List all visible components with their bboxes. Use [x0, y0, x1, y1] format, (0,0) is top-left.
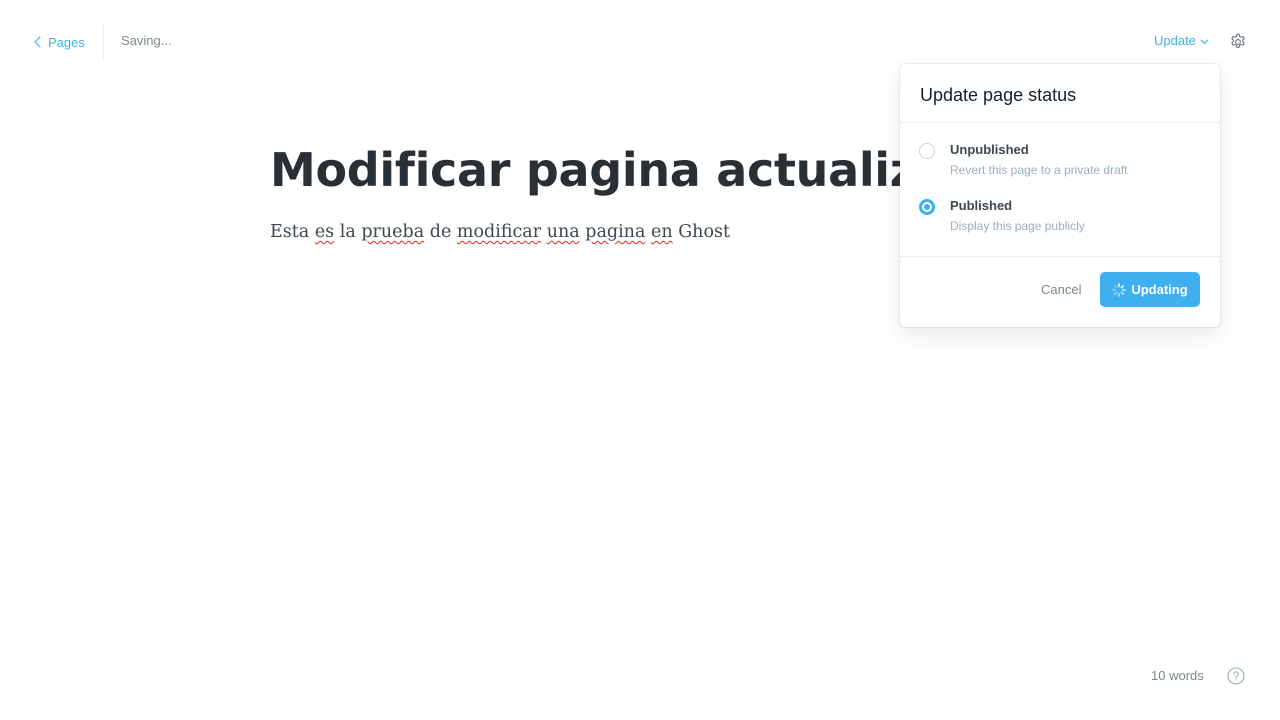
gear-icon: [1231, 33, 1245, 48]
settings-button[interactable]: [1227, 31, 1249, 53]
page-body[interactable]: Esta es la prueba de modificar una pagin…: [270, 219, 730, 245]
status-option-unpublished[interactable]: Unpublished Revert this page to a privat…: [919, 142, 1199, 182]
status-option-published[interactable]: Published Display this page publicly: [919, 198, 1199, 238]
save-status: Saving...: [121, 33, 172, 48]
update-trigger-label: Update: [1154, 33, 1196, 48]
header-divider: [103, 24, 104, 60]
option-label: Unpublished: [950, 142, 1029, 157]
body-word-misspelled: en: [650, 222, 673, 242]
body-word: Ghost: [678, 222, 730, 242]
chevron-left-icon: [34, 36, 41, 48]
cancel-button[interactable]: Cancel: [1041, 282, 1081, 297]
radio-published[interactable]: [919, 199, 935, 215]
back-link-label: Pages: [48, 34, 85, 50]
body-word-misspelled: es: [314, 222, 335, 242]
body-word-misspelled: pagina: [585, 222, 646, 242]
updating-button-label: Updating: [1131, 282, 1188, 297]
radio-unpublished[interactable]: [919, 143, 935, 159]
body-word: la: [339, 222, 356, 242]
body-word: Esta: [270, 222, 310, 242]
body-word-misspelled: modificar: [456, 222, 542, 242]
chevron-down-icon: [1200, 38, 1209, 44]
body-word-misspelled: una: [546, 222, 580, 242]
popover-divider: [900, 256, 1220, 257]
body-word: de: [429, 222, 452, 242]
popover-title: Update page status: [920, 85, 1077, 105]
word-count: 10 words: [1151, 668, 1204, 683]
option-label: Published: [950, 198, 1013, 213]
update-status-popover: Update page status Unpublished Revert th…: [900, 64, 1220, 327]
help-button[interactable]: [1227, 667, 1245, 685]
spinner-icon: [1112, 282, 1127, 297]
popover-divider: [900, 122, 1220, 123]
updating-button[interactable]: Updating: [1100, 272, 1200, 307]
question-circle-icon: [1227, 667, 1245, 685]
option-description: Display this page publicly: [950, 219, 1085, 233]
update-dropdown-trigger[interactable]: Update: [1154, 33, 1209, 48]
option-description: Revert this page to a private draft: [950, 163, 1128, 177]
body-word-misspelled: prueba: [361, 222, 425, 242]
back-to-pages-link[interactable]: Pages: [34, 32, 85, 52]
